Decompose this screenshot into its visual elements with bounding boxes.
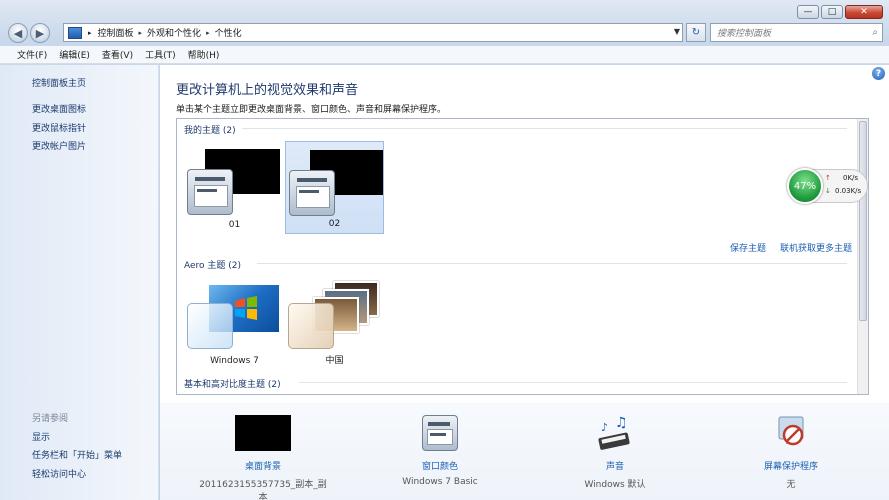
svg-text:♪: ♪ xyxy=(601,421,608,434)
window-color-preview xyxy=(187,303,233,349)
window-controls: — □ ✕ xyxy=(797,5,883,19)
menu-file[interactable]: 文件(F) xyxy=(17,48,47,61)
menu-help[interactable]: 帮助(H) xyxy=(188,48,220,61)
breadcrumb-item-personalization[interactable]: 个性化 xyxy=(215,26,242,39)
setting-value: 无 xyxy=(786,480,796,490)
download-arrow-icon: ↓ xyxy=(825,187,831,195)
chevron-down-icon[interactable]: ▼ xyxy=(674,27,680,36)
download-rate: 0.03K/s xyxy=(835,187,862,195)
theme-tile-01[interactable]: 01 xyxy=(185,141,284,234)
windows-logo-icon xyxy=(235,296,257,320)
group-header-basic: 基本和高对比度主题 (2) xyxy=(184,377,281,390)
scrollbar-thumb[interactable] xyxy=(859,121,867,321)
breadcrumb-item-appearance[interactable]: 外观和个性化 xyxy=(147,26,201,39)
theme-tile-windows7[interactable]: Windows 7 xyxy=(185,277,284,370)
window-frame: — □ ✕ ◀ ▶ ▸ 控制面板 ▸ 外观和个性化 ▸ 个性化 ▼ ↻ 搜索控制… xyxy=(0,0,889,500)
menu-tools[interactable]: 工具(T) xyxy=(145,48,176,61)
divider xyxy=(299,382,847,383)
setting-label: 声音 xyxy=(605,462,624,472)
window-color-preview xyxy=(187,169,233,215)
sidebar-item-ease-of-access[interactable]: 轻松访问中心 xyxy=(32,467,86,480)
search-placeholder: 搜索控制面板 xyxy=(717,29,772,39)
breadcrumb-separator-icon[interactable]: ▸ xyxy=(206,29,210,37)
desktop-background-icon xyxy=(235,415,291,451)
svg-text:♫: ♫ xyxy=(615,415,628,431)
navigation-row: ◀ ▶ ▸ 控制面板 ▸ 外观和个性化 ▸ 个性化 ▼ ↻ 搜索控制面板 ⌕ xyxy=(8,22,883,44)
theme-settings-bar: 桌面背景 2011623155357735_副本_副本 窗口颜色 Windows… xyxy=(160,403,889,500)
theme-tile-china[interactable]: 中国 xyxy=(285,277,384,370)
sound-setting[interactable]: ♫ ♪ 声音 Windows 默认 xyxy=(550,411,680,493)
setting-value: Windows 默认 xyxy=(584,480,646,490)
close-button[interactable]: ✕ xyxy=(845,5,883,19)
breadcrumb-separator-icon[interactable]: ▸ xyxy=(139,29,143,37)
theme-tile-02[interactable]: 02 xyxy=(285,141,384,234)
forward-arrow-icon: ▶ xyxy=(35,26,45,40)
window-color-preview xyxy=(289,170,335,216)
back-button[interactable]: ◀ xyxy=(8,23,28,43)
network-gauge-widget: 47% ↑ 0K/s ↓ 0.03K/s xyxy=(787,168,868,204)
screensaver-icon xyxy=(778,416,804,446)
group-header-label: Aero 主题 (2) xyxy=(184,261,242,271)
refresh-icon: ↻ xyxy=(691,27,701,38)
window-color-preview xyxy=(288,303,334,349)
sidebar-item-display[interactable]: 显示 xyxy=(32,430,50,443)
screensaver-setting[interactable]: 屏幕保护程序 无 xyxy=(726,411,856,493)
sidebar-item-taskbar[interactable]: 任务栏和「开始」菜单 xyxy=(32,448,122,461)
upload-arrow-icon: ↑ xyxy=(825,174,831,182)
desktop-background-setting[interactable]: 桌面背景 2011623155357735_副本_副本 xyxy=(198,411,328,500)
control-panel-icon xyxy=(68,26,82,39)
page-title: 更改计算机上的视觉效果和声音 xyxy=(176,83,359,98)
search-input[interactable]: 搜索控制面板 ⌕ xyxy=(710,23,883,42)
group-header-my-themes: 我的主题 (2) xyxy=(184,123,236,136)
maximize-button[interactable]: □ xyxy=(821,5,843,19)
theme-list: 我的主题 (2) 01 02 保存主题 联机获取更多主题 Aero 主题 (2)… xyxy=(176,118,869,395)
theme-name: Windows 7 xyxy=(210,356,259,366)
page-description: 单击某个主题立即更改桌面背景、窗口颜色、声音和屏幕保护程序。 xyxy=(176,105,447,115)
sidebar-item-desktop-icons[interactable]: 更改桌面图标 xyxy=(32,102,86,115)
setting-label: 屏幕保护程序 xyxy=(763,462,818,472)
help-icon[interactable]: ? xyxy=(872,67,885,80)
sound-icon: ♫ ♪ xyxy=(598,415,630,450)
group-header-label: 我的主题 (2) xyxy=(184,126,236,136)
setting-label: 桌面背景 xyxy=(244,462,281,472)
setting-value: 2011623155357735_副本_副本 xyxy=(199,480,327,500)
divider xyxy=(242,128,847,129)
group-header-aero: Aero 主题 (2) xyxy=(184,258,241,271)
setting-value: Windows 7 Basic xyxy=(402,477,478,487)
window-color-icon xyxy=(422,415,458,451)
address-bar[interactable]: ▸ 控制面板 ▸ 外观和个性化 ▸ 个性化 ▼ xyxy=(63,23,683,42)
see-also-heading: 另请参阅 xyxy=(32,414,69,424)
breadcrumb-item-control-panel[interactable]: 控制面板 xyxy=(98,26,134,39)
theme-name: 02 xyxy=(328,219,341,229)
theme-name: 中国 xyxy=(325,356,344,366)
menu-edit[interactable]: 编辑(E) xyxy=(59,48,90,61)
refresh-button[interactable]: ↻ xyxy=(686,23,706,42)
search-icon: ⌕ xyxy=(872,27,878,38)
sidebar-item-mouse-pointers[interactable]: 更改鼠标指针 xyxy=(32,121,86,134)
back-arrow-icon: ◀ xyxy=(13,26,23,40)
menu-view[interactable]: 查看(V) xyxy=(102,48,133,61)
minimize-button[interactable]: — xyxy=(797,5,819,19)
group-header-label: 基本和高对比度主题 (2) xyxy=(184,380,281,390)
scrollbar[interactable] xyxy=(857,119,868,394)
gauge-percent: 47% xyxy=(787,168,823,204)
save-theme-link[interactable]: 保存主题 xyxy=(730,241,766,254)
sidebar-item-account-picture[interactable]: 更改帐户图片 xyxy=(32,139,86,152)
breadcrumb: 控制面板 ▸ 外观和个性化 ▸ 个性化 xyxy=(98,26,242,40)
theme-name: 01 xyxy=(228,220,241,230)
breadcrumb-separator-icon: ▸ xyxy=(88,28,92,37)
main-content: ? 更改计算机上的视觉效果和声音 单击某个主题立即更改桌面背景、窗口颜色、声音和… xyxy=(160,65,889,500)
window-color-setting[interactable]: 窗口颜色 Windows 7 Basic xyxy=(375,411,505,493)
setting-label: 窗口颜色 xyxy=(421,462,458,472)
upload-rate: 0K/s xyxy=(843,174,859,182)
sidebar: 控制面板主页 更改桌面图标 更改鼠标指针 更改帐户图片 另请参阅 显示 任务栏和… xyxy=(0,65,159,500)
forward-button[interactable]: ▶ xyxy=(30,23,50,43)
divider xyxy=(257,263,847,264)
menu-bar: 文件(F) 编辑(E) 查看(V) 工具(T) 帮助(H) xyxy=(0,46,889,64)
sidebar-item-home[interactable]: 控制面板主页 xyxy=(32,76,86,89)
get-more-themes-link[interactable]: 联机获取更多主题 xyxy=(780,241,852,254)
